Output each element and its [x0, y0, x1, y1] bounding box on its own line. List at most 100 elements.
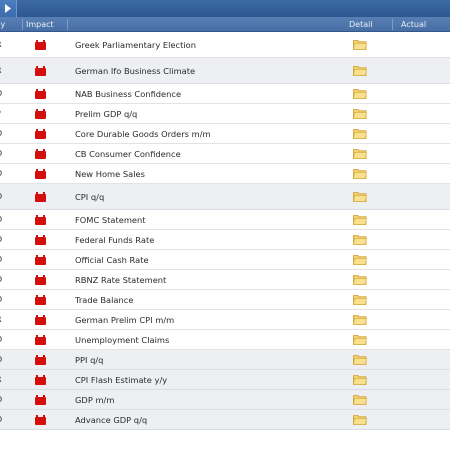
high-impact-icon: [35, 66, 46, 76]
detail-folder-button[interactable]: [353, 65, 367, 76]
high-impact-icon: [35, 192, 46, 202]
currency-code: D: [0, 235, 2, 244]
detail-folder-button[interactable]: [353, 88, 367, 99]
play-arrow-icon: [5, 4, 11, 13]
table-row[interactable]: D Unemployment Claims: [0, 330, 450, 350]
folder-icon: [353, 66, 367, 76]
currency-code: D: [0, 395, 2, 404]
table-row[interactable]: R German Ifo Business Climate: [0, 58, 450, 84]
detail-folder-button[interactable]: [353, 168, 367, 179]
next-arrow-button[interactable]: [0, 0, 17, 17]
high-impact-icon: [35, 395, 46, 405]
event-name: German Ifo Business Climate: [75, 66, 196, 76]
currency-code: D: [0, 192, 2, 201]
detail-folder-button[interactable]: [353, 334, 367, 345]
table-row[interactable]: D New Home Sales: [0, 164, 450, 184]
detail-folder-button[interactable]: [353, 191, 367, 202]
folder-icon: [353, 375, 367, 385]
event-name: RBNZ Rate Statement: [75, 275, 167, 285]
event-name: German Prelim CPI m/m: [75, 315, 175, 325]
detail-folder-button[interactable]: [353, 374, 367, 385]
table-row[interactable]: D PPI q/q: [0, 350, 450, 370]
table-row[interactable]: D Advance GDP q/q: [0, 410, 450, 430]
event-name: Official Cash Rate: [75, 255, 149, 265]
event-name: New Home Sales: [75, 169, 145, 179]
table-row[interactable]: D CB Consumer Confidence: [0, 144, 450, 164]
table-row[interactable]: R CPI Flash Estimate y/y: [0, 370, 450, 390]
event-name: Advance GDP q/q: [75, 415, 148, 425]
calendar-toolbar: [0, 0, 450, 17]
table-row[interactable]: D Federal Funds Rate: [0, 230, 450, 250]
table-row[interactable]: P Prelim GDP q/q: [0, 104, 450, 124]
detail-folder-button[interactable]: [353, 414, 367, 425]
detail-folder-button[interactable]: [353, 314, 367, 325]
detail-folder-button[interactable]: [353, 354, 367, 365]
table-row[interactable]: R Greek Parliamentary Election: [0, 32, 450, 58]
event-name: CPI Flash Estimate y/y: [75, 375, 168, 385]
folder-icon: [353, 255, 367, 265]
high-impact-icon: [35, 275, 46, 285]
currency-code: R: [0, 375, 2, 384]
table-row[interactable]: R German Prelim CPI m/m: [0, 310, 450, 330]
folder-icon: [353, 395, 367, 405]
high-impact-icon: [35, 215, 46, 225]
folder-icon: [353, 415, 367, 425]
detail-folder-button[interactable]: [353, 39, 367, 50]
high-impact-icon: [35, 315, 46, 325]
currency-code: D: [0, 275, 2, 284]
currency-code: D: [0, 295, 2, 304]
high-impact-icon: [35, 375, 46, 385]
currency-code: D: [0, 129, 2, 138]
detail-folder-button[interactable]: [353, 294, 367, 305]
table-row[interactable]: D Trade Balance: [0, 290, 450, 310]
event-name: Trade Balance: [75, 295, 134, 305]
table-row[interactable]: D FOMC Statement: [0, 210, 450, 230]
column-separator: [22, 19, 23, 30]
table-row[interactable]: D Core Durable Goods Orders m/m: [0, 124, 450, 144]
folder-icon: [353, 149, 367, 159]
event-name: CPI q/q: [75, 192, 105, 202]
event-name: Prelim GDP q/q: [75, 109, 138, 119]
event-name: CB Consumer Confidence: [75, 149, 181, 159]
high-impact-icon: [35, 355, 46, 365]
table-header: ncy Impact Detail Actual: [0, 17, 450, 32]
detail-folder-button[interactable]: [353, 254, 367, 265]
folder-icon: [353, 335, 367, 345]
high-impact-icon: [35, 169, 46, 179]
high-impact-icon: [35, 415, 46, 425]
detail-folder-button[interactable]: [353, 234, 367, 245]
currency-code: R: [0, 315, 2, 324]
table-row[interactable]: D Official Cash Rate: [0, 250, 450, 270]
table-row[interactable]: D CPI q/q: [0, 184, 450, 210]
folder-icon: [353, 169, 367, 179]
high-impact-icon: [35, 109, 46, 119]
currency-code: D: [0, 355, 2, 364]
currency-code: D: [0, 335, 2, 344]
event-name: PPI q/q: [75, 355, 104, 365]
folder-icon: [353, 215, 367, 225]
detail-folder-button[interactable]: [353, 128, 367, 139]
detail-folder-button[interactable]: [353, 394, 367, 405]
column-separator: [67, 19, 68, 30]
event-name: GDP m/m: [75, 395, 115, 405]
folder-icon: [353, 275, 367, 285]
high-impact-icon: [35, 40, 46, 50]
folder-icon: [353, 40, 367, 50]
detail-folder-button[interactable]: [353, 148, 367, 159]
folder-icon: [353, 295, 367, 305]
currency-code: D: [0, 415, 2, 424]
high-impact-icon: [35, 335, 46, 345]
table-row[interactable]: D GDP m/m: [0, 390, 450, 410]
currency-code: R: [0, 66, 2, 75]
impact-column-header: Impact: [26, 20, 54, 29]
detail-folder-button[interactable]: [353, 214, 367, 225]
detail-folder-button[interactable]: [353, 274, 367, 285]
table-row[interactable]: D NAB Business Confidence: [0, 84, 450, 104]
events-table-body: R Greek Parliamentary Election R German Ifo…: [0, 32, 450, 430]
detail-folder-button[interactable]: [353, 108, 367, 119]
event-name: FOMC Statement: [75, 215, 146, 225]
currency-code: D: [0, 89, 2, 98]
actual-column-header: Actual: [401, 20, 427, 29]
folder-icon: [353, 129, 367, 139]
table-row[interactable]: D RBNZ Rate Statement: [0, 270, 450, 290]
